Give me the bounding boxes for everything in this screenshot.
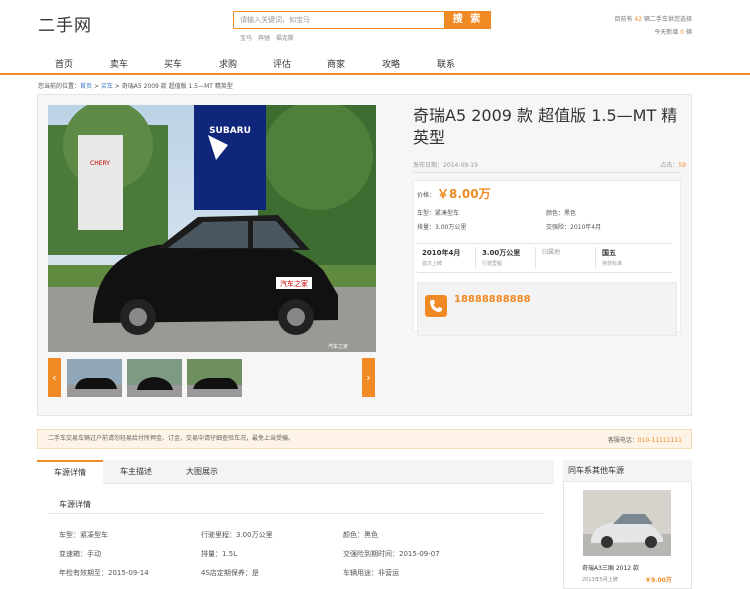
detail-cell: 变速箱：手动 — [59, 550, 101, 558]
spec-divider — [475, 247, 476, 269]
hot-search-links: 宝马 奔驰 福克斯 — [240, 33, 298, 42]
safety-notice: 二手车交易车辆过户前请勿轻易给付所押金、订金，交易中请仔细查验车况，最免上当受骗… — [37, 429, 692, 449]
breadcrumb-home[interactable]: 首页 — [80, 83, 92, 90]
plate-text: 汽车之家 — [280, 279, 308, 288]
car-displacement: 排量：3.00万公里 — [417, 224, 467, 231]
related-title: 同车系其他车源 — [563, 460, 692, 482]
tab-owner-description[interactable]: 车主描述 — [103, 460, 169, 484]
related-car-photo[interactable] — [583, 490, 671, 556]
related-car-reg: 2013年5月上牌 — [582, 577, 618, 583]
nav-buy[interactable]: 买车 — [164, 57, 182, 70]
nav-dealers[interactable]: 商家 — [327, 57, 345, 70]
main-nav: 首页 卖车 买车 求购 评估 商家 攻略 联系 — [0, 51, 750, 75]
publish-date: 发布日期：2014-09-19 — [413, 162, 478, 169]
related-car-name[interactable]: 奇瑞A3三厢 2012 款 — [582, 563, 639, 572]
tab-large-images[interactable]: 大图展示 — [169, 460, 235, 484]
detail-cell: 4S店定期保养：是 — [201, 569, 259, 577]
thumb-prev-button[interactable]: ‹ — [48, 358, 61, 397]
listing-count: 目前有 42 辆二手车供您选择 — [614, 16, 692, 23]
phone-number[interactable]: 18888888888 — [454, 294, 531, 305]
spec-emission: 国五 排放标准 — [602, 249, 623, 267]
detail-cell: 年检有效期至：2015-09-14 — [59, 569, 149, 577]
detail-cell: 车型：紧凑型车 — [59, 531, 108, 539]
price-label: 价格： — [417, 192, 436, 199]
nav-home[interactable]: 首页 — [55, 57, 73, 70]
view-count: 点击：59 — [660, 162, 686, 169]
watermark-text: 汽车之家 — [328, 343, 348, 350]
nav-sell[interactable]: 卖车 — [110, 57, 128, 70]
spec-first-reg: 2010年4月 首次上牌 — [422, 249, 461, 267]
car-title: 奇瑞A5 2009 款 超值版 1.5—MT 精英型 — [413, 106, 678, 147]
car-color: 颜色：黑色 — [546, 210, 577, 217]
thumbnail-3[interactable] — [187, 359, 242, 397]
detail-cell: 车辆用途：非营运 — [343, 569, 399, 577]
divider — [48, 513, 543, 514]
car-type: 车型：紧凑型车 — [417, 210, 460, 217]
tab-vehicle-details[interactable]: 车源详情 — [37, 460, 103, 484]
service-hotline: 客服电话：010-11111111 — [607, 437, 682, 444]
thumb-next-button[interactable]: › — [362, 358, 375, 397]
thumbnail-1[interactable] — [67, 359, 122, 397]
spec-divider — [595, 247, 596, 269]
nav-guide[interactable]: 攻略 — [382, 57, 400, 70]
main-car-photo[interactable]: CHERY SUBARU 汽车之家 汽车之家 — [48, 105, 376, 352]
contact-box — [417, 282, 677, 336]
hot-link[interactable]: 福克斯 — [276, 35, 294, 42]
detail-cell: 颜色：黑色 — [343, 531, 378, 539]
divider — [413, 172, 681, 173]
hot-link[interactable]: 奔驰 — [258, 35, 270, 42]
detail-cell: 行驶里程：3.00万公里 — [201, 531, 273, 539]
search-button[interactable]: 搜 索 — [444, 11, 491, 29]
spec-location: 归属地 — [542, 249, 561, 256]
breadcrumb-current: 奇瑞A5 2009 款 超值版 1.5—MT 精英型 — [121, 83, 233, 90]
spec-divider — [535, 247, 536, 269]
today-count: 今天新增 0 辆 — [654, 29, 692, 36]
breadcrumb: 您当前的位置：首页 > 买车 > 奇瑞A5 2009 款 超值版 1.5—MT … — [38, 83, 233, 90]
detail-cell: 交强险到期时间：2015-09-07 — [343, 550, 440, 558]
hot-link[interactable]: 宝马 — [240, 35, 252, 42]
nav-contact[interactable]: 联系 — [437, 57, 455, 70]
search-input[interactable]: 请输入关键词，如宝马 — [233, 11, 445, 29]
detail-cell: 排量：1.5L — [201, 550, 238, 558]
phone-icon — [425, 295, 447, 317]
car-insurance: 交强险：2010年4月 — [546, 224, 602, 231]
price: ￥8.00万 — [437, 187, 491, 201]
spec-mileage: 3.00万公里 行驶里程 — [482, 249, 521, 267]
detail-section-title: 车源详情 — [59, 500, 91, 509]
dealer-sign-text: CHERY — [90, 160, 110, 167]
nav-wanted[interactable]: 求购 — [219, 57, 237, 70]
brand-sign-text: SUBARU — [209, 126, 251, 136]
breadcrumb-section[interactable]: 买车 — [101, 83, 113, 90]
nav-evaluate[interactable]: 评估 — [273, 57, 291, 70]
thumbnail-2[interactable] — [127, 359, 182, 397]
site-logo[interactable]: 二手网 — [38, 11, 92, 36]
related-car-price: ￥9.00万 — [645, 577, 672, 584]
